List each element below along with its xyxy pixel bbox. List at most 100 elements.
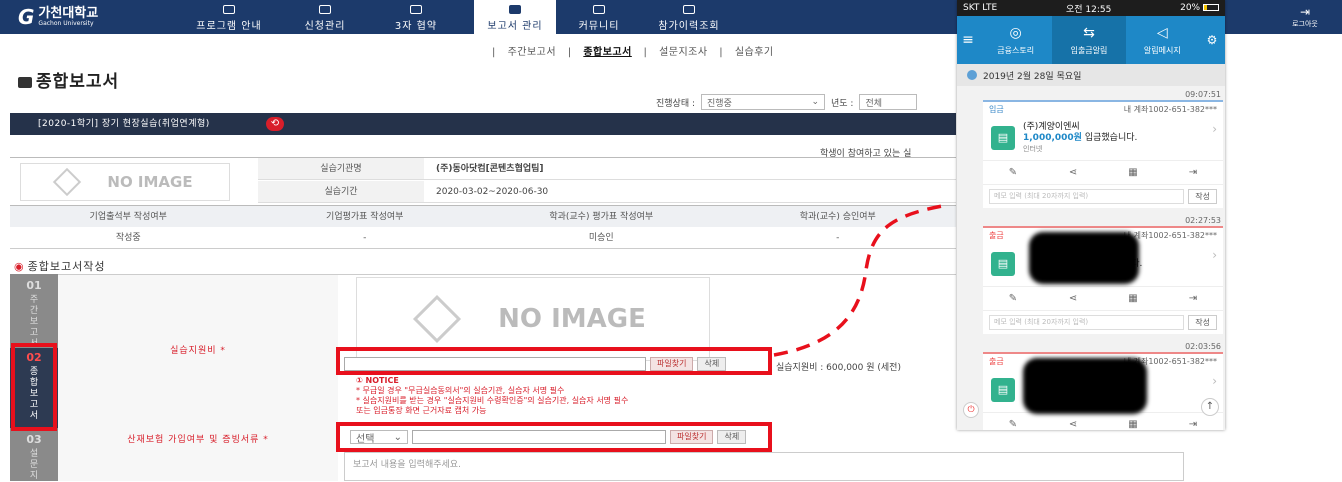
status-value-row: 작성중 - 미승인 - bbox=[10, 227, 956, 249]
separator: | bbox=[643, 47, 648, 58]
export-icon[interactable]: ⇥ bbox=[1163, 413, 1223, 430]
share-icon[interactable]: ⋖ bbox=[1043, 161, 1103, 184]
nav-community[interactable]: 커뮤니티 bbox=[558, 0, 640, 34]
support-amount: 실습지원비 : 600,000 원 (세전) bbox=[776, 363, 901, 373]
redaction-blur bbox=[1029, 232, 1139, 284]
nav-agreement[interactable]: 3자 협약 bbox=[375, 0, 457, 34]
refresh-button[interactable]: ⟲ bbox=[266, 117, 284, 131]
subnav-review[interactable]: 실습후기 bbox=[735, 47, 774, 58]
monitor-icon bbox=[223, 5, 235, 14]
nav-label: 커뮤니티 bbox=[578, 21, 620, 32]
nav-application[interactable]: 신청관리 bbox=[284, 0, 366, 34]
phone-tab-bar: ≡ ◎ 금융스토리 ⇆ 입출금알림 ◁ 알림메시지 ⚙ bbox=[957, 16, 1225, 64]
memo-submit-button[interactable]: 작성 bbox=[1188, 189, 1217, 204]
target-icon: ◉ bbox=[14, 260, 25, 273]
filter-bar: 진행상태 : 진행중 ⌄ 년도 : 전체 bbox=[656, 94, 918, 110]
calendar-icon[interactable]: ▦ bbox=[1103, 161, 1163, 184]
calendar-icon[interactable]: ▦ bbox=[1103, 413, 1163, 430]
step-weekly-report[interactable]: 01 주간보고서 bbox=[10, 280, 58, 350]
page-title-text: 종합보고서 bbox=[36, 72, 120, 92]
period-label: 실습기간 bbox=[258, 181, 424, 203]
memo-submit-button[interactable]: 작성 bbox=[1188, 315, 1217, 330]
nav-program-info[interactable]: 프로그램 안내 bbox=[188, 0, 270, 34]
send-icon: ◁ bbox=[1156, 25, 1168, 41]
step-survey[interactable]: 03 설문지 bbox=[10, 434, 58, 482]
header-professor-eval: 학과(교수) 평가표 작성여부 bbox=[549, 212, 654, 222]
power-icon[interactable]: ⏻ bbox=[963, 402, 979, 418]
value-professor-eval: 미승인 bbox=[588, 233, 614, 243]
share-icon[interactable]: ⋖ bbox=[1043, 287, 1103, 310]
hamburger-menu-icon[interactable]: ≡ bbox=[957, 16, 979, 64]
logout-button[interactable]: ⇥ 로그아웃 bbox=[1268, 0, 1342, 34]
tab-finance-story[interactable]: ◎ 금융스토리 bbox=[979, 16, 1052, 64]
carrier: SKT LTE bbox=[963, 3, 998, 13]
report-subnav: | 주간보고서 | 종합보고서 | 설문지조사 | 실습후기 bbox=[488, 43, 778, 58]
header-professor-approval: 학과(교수) 승인여부 bbox=[799, 212, 876, 222]
placeholder-hexagon-icon bbox=[53, 167, 82, 197]
memo-input[interactable]: 메모 입력 (최대 20자까지 입력) bbox=[989, 315, 1185, 330]
no-image-text: NO IMAGE bbox=[498, 304, 646, 334]
calendar-icon[interactable]: ▦ bbox=[1103, 287, 1163, 310]
nav-label: 신청관리 bbox=[304, 21, 346, 32]
pencil-icon[interactable]: ✎ bbox=[983, 287, 1043, 310]
pencil-icon[interactable]: ✎ bbox=[983, 413, 1043, 430]
deposit-channel: 인터넷 bbox=[1023, 144, 1043, 153]
transfer-icon: ⇆ bbox=[1083, 25, 1095, 41]
insurance-label: 산재보험 가입여부 및 증빙서류 * bbox=[58, 427, 338, 481]
tab-deposit-alerts[interactable]: ⇆ 입출금알림 bbox=[1052, 16, 1126, 64]
transaction-type: 출금 bbox=[989, 356, 1004, 366]
export-icon[interactable]: ⇥ bbox=[1163, 161, 1223, 184]
chevron-right-icon: › bbox=[1212, 374, 1217, 388]
subnav-survey[interactable]: 설문지조사 bbox=[659, 47, 708, 58]
receipt-icon: ▤ bbox=[991, 378, 1015, 402]
screen-icon bbox=[683, 5, 695, 14]
nav-label: 보고서 관리 bbox=[487, 21, 543, 32]
nav-report-management[interactable]: 보고서 관리 bbox=[474, 0, 556, 34]
header-company-eval: 기업평가표 작성여부 bbox=[326, 212, 404, 222]
subnav-final-report[interactable]: 종합보고서 bbox=[583, 47, 632, 58]
logo-korean: 가천대학교 bbox=[38, 6, 99, 22]
org-label: 실습기관명 bbox=[258, 158, 424, 180]
subnav-weekly-report[interactable]: 주간보고서 bbox=[508, 47, 557, 58]
no-image-text: NO IMAGE bbox=[107, 173, 193, 191]
nav-label: 프로그램 안내 bbox=[196, 21, 262, 32]
status-select[interactable]: 진행중 ⌄ bbox=[701, 94, 826, 110]
phone-status-bar: SKT LTE 오전 12:55 20% bbox=[957, 0, 1225, 16]
page-title: 종합보고서 bbox=[18, 67, 119, 92]
battery-icon bbox=[1202, 4, 1219, 11]
date-text: 2019년 2월 28일 목요일 bbox=[983, 71, 1082, 82]
notice-block: ① NOTICE * 무급일 경우 "무급실습동의서"의 실습기관, 실습자 서… bbox=[356, 376, 628, 416]
section-title: ◉ 종합보고서작성 bbox=[14, 258, 105, 274]
file-highlight-box bbox=[336, 347, 772, 375]
term-bar: [2020-1학기] 장기 현장실습(취업연계형) bbox=[10, 113, 956, 135]
company-logo-placeholder: NO IMAGE bbox=[20, 163, 230, 201]
university-logo[interactable]: G 가천대학교 Gachon University bbox=[18, 5, 99, 29]
gear-icon[interactable]: ⚙ bbox=[1199, 16, 1225, 64]
scroll-top-button[interactable]: ↑ bbox=[1201, 398, 1219, 416]
period-value: 2020-03-02~2020-06-30 bbox=[424, 181, 956, 203]
share-icon[interactable]: ⋖ bbox=[1043, 413, 1103, 430]
logout-label: 로그아웃 bbox=[1292, 20, 1318, 28]
deposit-suffix: 입금했습니다. bbox=[1084, 132, 1138, 143]
account-number: 내 계좌1002-651-382*** bbox=[1123, 104, 1217, 114]
clock-icon bbox=[967, 70, 977, 80]
nav-history[interactable]: 참가이력조회 bbox=[648, 0, 730, 34]
export-icon[interactable]: ⇥ bbox=[1163, 287, 1223, 310]
tab-alert-messages[interactable]: ◁ 알림메시지 bbox=[1126, 16, 1199, 64]
org-value: (주)동아닷컴[콘텐츠협업팀] bbox=[424, 158, 956, 180]
step-highlight-box bbox=[11, 343, 57, 431]
battery-text: 20% bbox=[1180, 3, 1201, 13]
folder-icon bbox=[509, 5, 521, 14]
memo-input[interactable]: 메모 입력 (최대 20자까지 입력) bbox=[989, 189, 1185, 204]
screen-icon bbox=[319, 5, 331, 14]
pencil-icon[interactable]: ✎ bbox=[983, 161, 1043, 184]
report-textarea[interactable]: 보고서 내용을 입력해주세요. bbox=[344, 452, 1184, 481]
receipt-icon: ▤ bbox=[991, 252, 1015, 276]
receipt-icon: ▤ bbox=[991, 126, 1015, 150]
year-select[interactable]: 전체 bbox=[859, 94, 918, 110]
step-label: 설문지 bbox=[29, 449, 39, 481]
broadcast-icon bbox=[593, 5, 605, 14]
redaction-blur bbox=[1023, 358, 1147, 414]
transaction-time: 02:27:53 bbox=[1185, 216, 1221, 225]
transaction-card[interactable]: 09:07:51 입금 내 계좌1002-651-382*** ▤ (주)계양이… bbox=[983, 90, 1223, 208]
